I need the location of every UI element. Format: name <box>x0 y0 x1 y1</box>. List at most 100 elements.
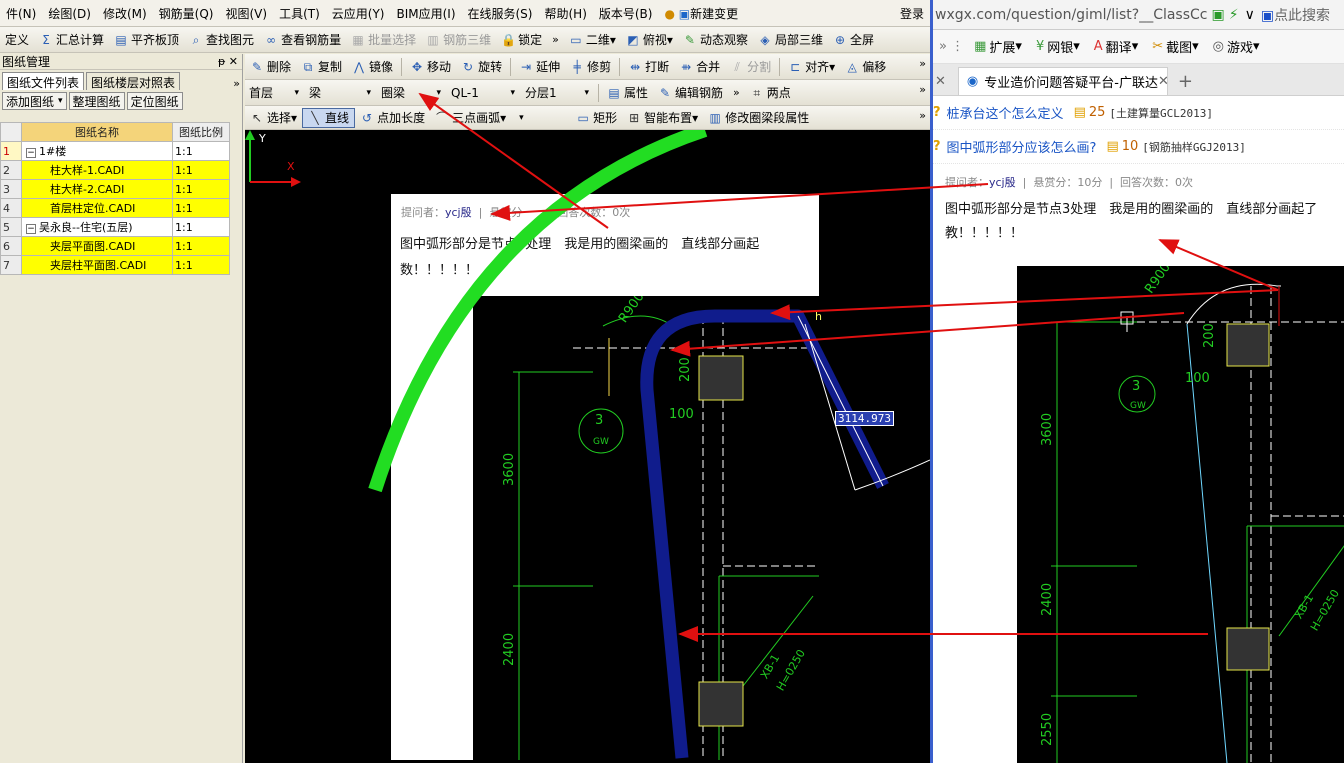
rotate-button[interactable]: ↻ 旋转 <box>456 56 507 78</box>
drawing-name-cell[interactable]: 首层柱定位.CADI <box>21 198 173 218</box>
toolbar-edit-overflow[interactable]: » <box>919 57 926 70</box>
table-row[interactable]: 5− 吴永良--住宅(五层) 1:1 <box>0 217 230 237</box>
copy-button[interactable]: ⧉ 复制 <box>296 56 347 78</box>
col-name-header[interactable]: 图纸名称 <box>21 122 173 142</box>
view-top-select[interactable]: ◩ 俯视 ▾ <box>621 29 678 51</box>
question-link[interactable]: 图中弧形部分应该怎么画? <box>947 137 1097 156</box>
menu-cloud[interactable]: 云应用(Y) <box>326 5 391 22</box>
menu-rebar[interactable]: 钢筋量(Q) <box>153 5 220 22</box>
dynamic-view-button[interactable]: ✎ 动态观察 <box>678 29 753 51</box>
select-button[interactable]: ↖ 选择 ▾ <box>245 107 302 129</box>
drawing-scale-cell[interactable]: 1:1 <box>172 255 230 275</box>
new-change-button[interactable]: ● ▣新建变更 <box>658 5 744 22</box>
col-scale-header[interactable]: 图纸比例 <box>172 122 230 142</box>
toolbar-draw-overflow[interactable]: » <box>919 109 926 122</box>
offset-button[interactable]: ◬ 偏移 <box>840 56 891 78</box>
move-button[interactable]: ✥ 移动 <box>405 56 456 78</box>
floor-select[interactable]: 首层 <box>245 84 303 102</box>
toolbar-element-overflow-2[interactable]: » <box>919 83 926 96</box>
organize-drawing-button[interactable]: 整理图纸 <box>68 92 125 110</box>
extend-button[interactable]: ⇥ 延伸 <box>514 56 565 78</box>
drawing-name-cell[interactable]: −1#楼 <box>21 141 173 161</box>
drawing-name-cell[interactable]: 柱大样-2.CADI <box>21 179 173 199</box>
toolbar-overflow[interactable]: » <box>547 29 564 51</box>
point-length-button[interactable]: ↺ 点加长度 <box>355 107 430 129</box>
question-category[interactable]: [钢筋抽样GGJ2013] <box>1142 139 1246 155</box>
drawing-scale-cell[interactable]: 1:1 <box>172 217 230 237</box>
table-row[interactable]: 6 夹层平面图.CADI 1:1 <box>0 236 230 256</box>
drawing-name-cell[interactable]: − 吴永良--住宅(五层) <box>21 217 173 237</box>
toolbar-element-overflow[interactable]: » <box>728 82 745 104</box>
view-2d-select[interactable]: ▭ 二维 ▾ <box>564 29 621 51</box>
menu-bim[interactable]: BIM应用(I) <box>390 5 461 22</box>
menu-online[interactable]: 在线服务(S) <box>462 5 539 22</box>
bookmark-games[interactable]: ◎ 游戏 ▾ <box>1213 37 1260 56</box>
define-button[interactable]: 定义 <box>0 29 34 51</box>
mirror-button[interactable]: ⋀ 镜像 <box>347 56 398 78</box>
table-row[interactable]: 1−1#楼 1:1 <box>0 141 230 161</box>
delete-button[interactable]: ✎ 删除 <box>245 56 296 78</box>
drawing-scale-cell[interactable]: 1:1 <box>172 160 230 180</box>
align-slab-top-button[interactable]: ▤ 平齐板顶 <box>109 29 184 51</box>
table-row[interactable]: 3 柱大样-2.CADI 1:1 <box>0 179 230 199</box>
edit-rebar-button[interactable]: ✎ 编辑钢筋 <box>653 82 728 104</box>
tab-close-icon[interactable]: ✕ <box>1158 74 1167 89</box>
bookmark-translate[interactable]: A 翻译 ▾ <box>1094 37 1138 56</box>
break-button[interactable]: ⇹ 打断 <box>623 56 674 78</box>
table-row[interactable]: 2 柱大样-1.CADI 1:1 <box>0 160 230 180</box>
table-row[interactable]: 7 夹层柱平面图.CADI 1:1 <box>0 255 230 275</box>
menu-version[interactable]: 版本号(B) <box>593 5 659 22</box>
drawing-scale-cell[interactable]: 1:1 <box>172 141 230 161</box>
new-tab-button[interactable]: + <box>1178 67 1193 95</box>
summary-calc-button[interactable]: Σ 汇总计算 <box>34 29 109 51</box>
bookmark-overflow[interactable]: » ⋮ <box>939 39 964 54</box>
drawing-name-cell[interactable]: 夹层平面图.CADI <box>21 236 173 256</box>
tree-toggle-icon[interactable]: − <box>26 224 36 234</box>
tab-drawing-files[interactable]: 图纸文件列表 <box>2 72 85 90</box>
menu-draw[interactable]: 绘图(D) <box>42 5 97 22</box>
arc-option-select[interactable] <box>511 109 569 127</box>
pin-icon[interactable]: ᵽ <box>218 55 225 68</box>
layer-select[interactable]: 分层1 <box>521 84 593 102</box>
lightning-icon[interactable]: ⚡ <box>1229 7 1239 23</box>
properties-button[interactable]: ▤ 属性 <box>602 82 653 104</box>
bookmark-extensions[interactable]: ▦ 扩展 ▾ <box>974 37 1022 56</box>
view-rebar-qty-button[interactable]: ∞ 查看钢筋量 <box>259 29 346 51</box>
url-field[interactable]: wxgx.com/question/giml/list?__ClassCc <box>933 7 1208 23</box>
split-button[interactable]: ⫽ 分割 <box>725 56 776 78</box>
batch-select-button[interactable]: ▦ 批量选择 <box>346 29 421 51</box>
trim-button[interactable]: ╪ 修剪 <box>565 56 616 78</box>
login-link[interactable]: 登录 <box>900 5 924 22</box>
search-box[interactable]: ▣点此搜索 <box>1261 5 1330 25</box>
bookmark-screenshot[interactable]: ✂ 截图 ▾ <box>1152 37 1198 56</box>
drawing-scale-cell[interactable]: 1:1 <box>172 179 230 199</box>
lock-button[interactable]: 🔒 锁定 <box>496 29 547 51</box>
rebar-3d-button[interactable]: ▥ 钢筋三维 <box>421 29 496 51</box>
locate-drawing-button[interactable]: 定位图纸 <box>126 92 183 110</box>
chevron-down-icon[interactable]: ∨ <box>1245 7 1255 23</box>
line-button[interactable]: ╲ 直线 <box>302 107 356 128</box>
asker-name[interactable]: ycj殷 <box>989 176 1016 189</box>
menu-help[interactable]: 帮助(H) <box>538 5 592 22</box>
menu-modify[interactable]: 修改(M) <box>97 5 153 22</box>
question-link[interactable]: 桩承台这个怎么定义 <box>947 103 1064 122</box>
menu-tools[interactable]: 工具(T) <box>273 5 326 22</box>
rectangle-button[interactable]: ▭ 矩形 <box>571 107 622 129</box>
type-select[interactable]: 圈梁 <box>377 84 445 102</box>
menu-file[interactable]: 件(N) <box>0 5 42 22</box>
add-drawing-button[interactable]: 添加图纸 ▾ <box>2 92 67 110</box>
bookmark-bank[interactable]: ¥ 网银 ▾ <box>1036 37 1080 56</box>
shield-icon[interactable]: ▣ <box>1212 7 1225 23</box>
dropdown-arrow-icon[interactable]: ▾ <box>58 96 63 106</box>
prev-tab-close-icon[interactable]: ✕ <box>935 67 946 95</box>
category-select[interactable]: 梁 <box>305 84 375 102</box>
fullscreen-button[interactable]: ⊕ 全屏 <box>828 29 879 51</box>
tab-floor-mapping[interactable]: 图纸楼层对照表 <box>86 72 181 90</box>
drawing-canvas[interactable]: 提问者：ycj殷 | 悬赏分 回答次数：0次 图中弧形部分是节点3处理 我是用的… <box>245 130 930 763</box>
align-button[interactable]: ⊏ 对齐 ▾ <box>783 56 840 78</box>
tab-overflow-icon[interactable]: » <box>233 77 240 90</box>
drawing-scale-cell[interactable]: 1:1 <box>172 198 230 218</box>
drawing-name-cell[interactable]: 柱大样-1.CADI <box>21 160 173 180</box>
element-select[interactable]: QL-1 <box>447 84 519 102</box>
drawing-name-cell[interactable]: 夹层柱平面图.CADI <box>21 255 173 275</box>
